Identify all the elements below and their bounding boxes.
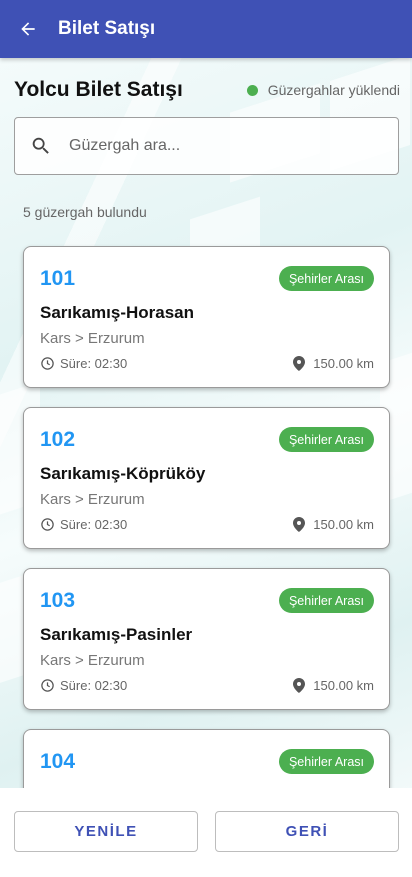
status-dot-icon bbox=[246, 84, 258, 96]
distance-text: 150.00 km bbox=[313, 356, 374, 371]
app-bar: Bilet Satışı bbox=[0, 0, 412, 58]
route-number: 103 bbox=[40, 589, 76, 612]
route-distance: 150.00 km bbox=[293, 517, 374, 532]
duration-text: Süre: 02:30 bbox=[60, 356, 128, 371]
route-card[interactable]: 101 Şehirler Arası Sarıkamış-Horasan Kar… bbox=[23, 246, 390, 388]
status-indicator: Güzergahlar yüklendi bbox=[246, 82, 400, 98]
route-type-badge: Şehirler Arası bbox=[278, 749, 374, 774]
route-duration: Süre: 02:30 bbox=[40, 356, 127, 371]
route-number: 101 bbox=[40, 267, 76, 290]
route-card[interactable]: 103 Şehirler Arası Sarıkamış-Pasinler Ka… bbox=[23, 568, 390, 710]
route-list: 101 Şehirler Arası Sarıkamış-Horasan Kar… bbox=[23, 246, 390, 788]
location-pin-icon bbox=[293, 517, 306, 532]
header-row: Yolcu Bilet Satışı Güzergahlar yüklendi bbox=[14, 76, 400, 104]
refresh-button[interactable]: YENİLE bbox=[14, 811, 198, 852]
route-duration: Süre: 02:30 bbox=[40, 517, 127, 532]
back-arrow-icon[interactable] bbox=[0, 0, 56, 58]
route-name: Sarıkamış-Horasan bbox=[40, 303, 195, 322]
route-type-badge: Şehirler Arası bbox=[278, 266, 374, 291]
route-type-badge: Şehirler Arası bbox=[278, 588, 374, 613]
route-cities: Kars > Erzurum bbox=[40, 491, 145, 508]
clock-icon bbox=[41, 357, 54, 370]
route-card[interactable]: 104 Şehirler Arası bbox=[23, 729, 390, 788]
clock-icon bbox=[41, 679, 54, 692]
search-icon bbox=[15, 135, 67, 157]
results-count: 5 güzergah bulundu bbox=[23, 204, 147, 220]
duration-text: Süre: 02:30 bbox=[60, 517, 128, 532]
route-name: Sarıkamış-Köprüköy bbox=[40, 464, 206, 483]
clock-icon bbox=[41, 518, 54, 531]
search-box[interactable] bbox=[14, 117, 399, 175]
route-name: Sarıkamış-Pasinler bbox=[40, 625, 193, 644]
page-title: Yolcu Bilet Satışı bbox=[14, 78, 183, 101]
location-pin-icon bbox=[293, 356, 306, 371]
main-content: Yolcu Bilet Satışı Güzergahlar yüklendi … bbox=[0, 58, 412, 788]
route-duration: Süre: 02:30 bbox=[40, 678, 127, 693]
route-card[interactable]: 102 Şehirler Arası Sarıkamış-Köprüköy Ka… bbox=[23, 407, 390, 549]
route-number: 102 bbox=[40, 428, 76, 451]
duration-text: Süre: 02:30 bbox=[60, 678, 128, 693]
distance-text: 150.00 km bbox=[313, 678, 374, 693]
route-cities: Kars > Erzurum bbox=[40, 652, 145, 669]
route-number: 104 bbox=[40, 750, 76, 773]
status-text: Güzergahlar yüklendi bbox=[267, 82, 400, 98]
bottom-action-bar: YENİLE GERİ bbox=[0, 788, 412, 877]
appbar-title: Bilet Satışı bbox=[58, 18, 156, 39]
distance-text: 150.00 km bbox=[313, 517, 374, 532]
search-input[interactable] bbox=[69, 137, 369, 155]
route-distance: 150.00 km bbox=[293, 678, 374, 693]
back-button[interactable]: GERİ bbox=[215, 811, 399, 852]
route-distance: 150.00 km bbox=[293, 356, 374, 371]
route-cities: Kars > Erzurum bbox=[40, 330, 145, 347]
location-pin-icon bbox=[293, 678, 306, 693]
route-type-badge: Şehirler Arası bbox=[278, 427, 374, 452]
